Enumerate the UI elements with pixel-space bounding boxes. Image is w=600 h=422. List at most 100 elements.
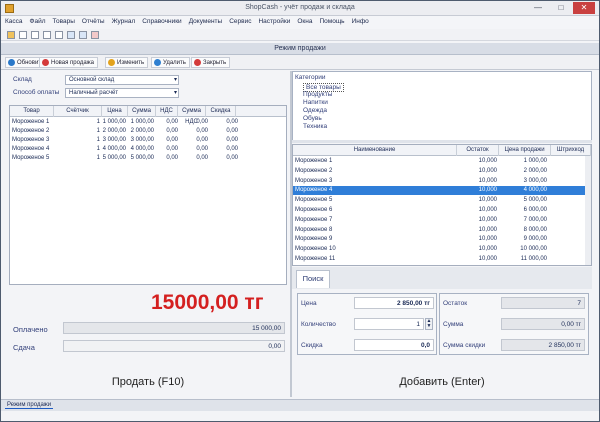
table-row[interactable]: Мороженое 6 10,000 6 000,00 bbox=[293, 206, 585, 215]
menu-item[interactable]: Настройки bbox=[254, 16, 293, 25]
window-title: ShopCash - учёт продаж и склада bbox=[245, 4, 355, 11]
table-cell: 1 000,00 bbox=[102, 119, 126, 125]
table-cell: Мороженое 10 bbox=[295, 246, 336, 253]
table-row[interactable]: Мороженое 2 10,000 2 000,00 bbox=[293, 167, 585, 176]
qty-stepper[interactable]: ▲ ▼ bbox=[425, 318, 433, 330]
cart-icon[interactable] bbox=[91, 31, 99, 39]
document-icon[interactable] bbox=[43, 31, 51, 39]
document-icon[interactable] bbox=[31, 31, 39, 39]
table-row[interactable]: Мороженое 10 10,000 10 000,00 bbox=[293, 245, 585, 254]
toolbar-button-icon bbox=[154, 59, 161, 66]
category-tree[interactable]: Категории Все товары Продукты Напитки Одежд… bbox=[292, 71, 592, 143]
toolbar-button[interactable]: Удалить bbox=[151, 57, 190, 68]
table-row[interactable]: Мороженое 9 10,000 9 000,00 bbox=[293, 235, 585, 244]
minimize-button[interactable]: — bbox=[527, 2, 549, 14]
warehouse-select[interactable]: Основной склад ▾ bbox=[65, 75, 179, 85]
table-row[interactable]: Мороженое 3 10,000 3 000,00 bbox=[293, 177, 585, 186]
table-row[interactable]: Мороженое 11 10,000 11 000,00 bbox=[293, 255, 585, 264]
paid-label: Оплачено bbox=[13, 325, 48, 334]
subwindow-title: Режим продажи bbox=[1, 43, 599, 55]
menu-item[interactable]: Инфо bbox=[348, 16, 372, 25]
table-cell: 9 000,00 bbox=[523, 236, 547, 243]
close-button[interactable]: ✕ bbox=[573, 2, 595, 14]
column-header[interactable]: Сумма НДС bbox=[178, 106, 206, 125]
table-cell: 0,00 bbox=[196, 128, 208, 134]
grid-icon[interactable] bbox=[79, 31, 87, 39]
sale-total: 15000,00 тг bbox=[151, 291, 264, 314]
tree-item[interactable]: Напитки bbox=[303, 99, 328, 106]
status-tab[interactable]: Режим продажи bbox=[5, 402, 54, 409]
column-header[interactable]: Товар bbox=[10, 106, 54, 117]
tree-item[interactable]: Обувь bbox=[303, 115, 322, 122]
toolbar-button[interactable]: Изменить bbox=[105, 57, 149, 68]
add-button[interactable]: Добавить (Enter) bbox=[292, 370, 592, 394]
discount-sum-label: Сумма скидки bbox=[443, 342, 486, 349]
menu-item[interactable]: Отчёты bbox=[78, 16, 108, 25]
payment-select[interactable]: Наличный расчёт ▾ bbox=[65, 88, 179, 98]
qty-field[interactable]: 1 bbox=[354, 318, 424, 330]
table-row[interactable]: Мороженое 111 000,00 1 000,00 0,00 0,00 0,00 bbox=[10, 118, 286, 127]
table-cell: 10,000 bbox=[478, 236, 497, 243]
menu-item[interactable]: Файл bbox=[26, 16, 49, 25]
folder-icon[interactable] bbox=[7, 31, 15, 39]
menu-item[interactable]: Товары bbox=[49, 16, 78, 25]
table-row[interactable]: Мороженое 4 10,000 4 000,00 bbox=[293, 186, 585, 196]
column-header[interactable]: Скидка bbox=[206, 106, 236, 117]
grid-icon[interactable] bbox=[67, 31, 75, 39]
column-header[interactable]: Штрихкод bbox=[551, 145, 591, 156]
table-row[interactable]: Мороженое 313 000,00 3 000,00 0,00 0,00 0,00 bbox=[10, 136, 286, 145]
table-cell: Мороженое 3 bbox=[12, 137, 50, 143]
column-header[interactable]: Счётчик bbox=[54, 106, 102, 117]
menu-item[interactable]: Справочники bbox=[138, 16, 184, 25]
products-table[interactable]: Наименование Остаток Цена продажи Штрихкод … bbox=[292, 144, 592, 266]
table-cell: 1 bbox=[96, 137, 100, 143]
table-row[interactable]: Мороженое 212 000,00 2 000,00 0,00 0,00 0,00 bbox=[10, 127, 286, 136]
column-header[interactable]: Цена bbox=[102, 106, 128, 117]
table-cell: 3 000,00 bbox=[102, 137, 126, 143]
toolbar-button[interactable]: Новая продажа bbox=[39, 57, 99, 68]
tree-item[interactable]: Техника bbox=[303, 123, 327, 130]
document-icon[interactable] bbox=[19, 31, 27, 39]
column-header[interactable]: Сумма bbox=[128, 106, 156, 117]
table-row[interactable]: Мороженое 1 10,000 1 000,00 bbox=[293, 157, 585, 166]
tree-root[interactable]: Категории bbox=[295, 74, 326, 81]
menu-bar: Касса Файл Товары Отчёты Журнал Справочники До… bbox=[1, 16, 599, 29]
maximize-button[interactable]: □ bbox=[550, 2, 572, 14]
sale-items-table[interactable]: Товар Счётчик Цена Сумма НДС Сумма НДС Скидка … bbox=[9, 105, 287, 285]
sell-button[interactable]: Продать (F10) bbox=[9, 370, 287, 394]
table-cell: 3 000,00 bbox=[523, 177, 547, 184]
table-row[interactable]: Мороженое 414 000,00 4 000,00 0,00 0,00 0,00 bbox=[10, 145, 286, 154]
document-icon[interactable] bbox=[55, 31, 63, 39]
toolbar-button[interactable]: Закрыть bbox=[191, 57, 231, 68]
column-header[interactable]: НДС bbox=[156, 106, 178, 117]
menu-item[interactable]: Журнал bbox=[108, 16, 139, 25]
menu-item[interactable]: Документы bbox=[185, 16, 226, 25]
tree-item[interactable]: Продукты bbox=[303, 91, 332, 98]
menu-item[interactable]: Сервис bbox=[225, 16, 254, 25]
discount-field[interactable]: 0,0 bbox=[354, 339, 434, 351]
table-row[interactable]: Мороженое 5 10,000 5 000,00 bbox=[293, 196, 585, 205]
table-cell: 8 000,00 bbox=[523, 226, 547, 233]
column-header[interactable]: Цена продажи bbox=[499, 145, 551, 156]
price-field[interactable]: 2 850,00 тг bbox=[354, 297, 434, 309]
menu-item[interactable]: Касса bbox=[1, 16, 26, 25]
table-cell: 0,00 bbox=[226, 155, 238, 161]
table-cell: 5 000,00 bbox=[130, 155, 154, 161]
payment-label: Способ оплаты bbox=[13, 89, 60, 96]
table-row[interactable]: Мороженое 8 10,000 8 000,00 bbox=[293, 226, 585, 235]
column-header[interactable]: Остаток bbox=[457, 145, 499, 156]
tab-search[interactable]: Поиск bbox=[296, 270, 330, 288]
table-cell: Мороженое 9 bbox=[295, 236, 333, 243]
paid-field[interactable]: 15 000,00 bbox=[63, 322, 285, 334]
tree-item[interactable]: Одежда bbox=[303, 107, 327, 114]
menu-item[interactable]: Помощь bbox=[315, 16, 347, 25]
table-cell: Мороженое 6 bbox=[295, 207, 333, 213]
toolbar bbox=[1, 29, 599, 41]
table-row[interactable]: Мороженое 515 000,00 5 000,00 0,00 0,00 0,00 bbox=[10, 154, 286, 163]
table-cell: 3 000,00 bbox=[130, 137, 154, 143]
menu-item[interactable]: Окна bbox=[293, 16, 315, 25]
table-row[interactable]: Мороженое 7 10,000 7 000,00 bbox=[293, 216, 585, 225]
scrollbar[interactable] bbox=[585, 156, 591, 265]
column-header[interactable]: Наименование bbox=[293, 145, 457, 156]
tree-scroll[interactable] bbox=[292, 140, 592, 143]
